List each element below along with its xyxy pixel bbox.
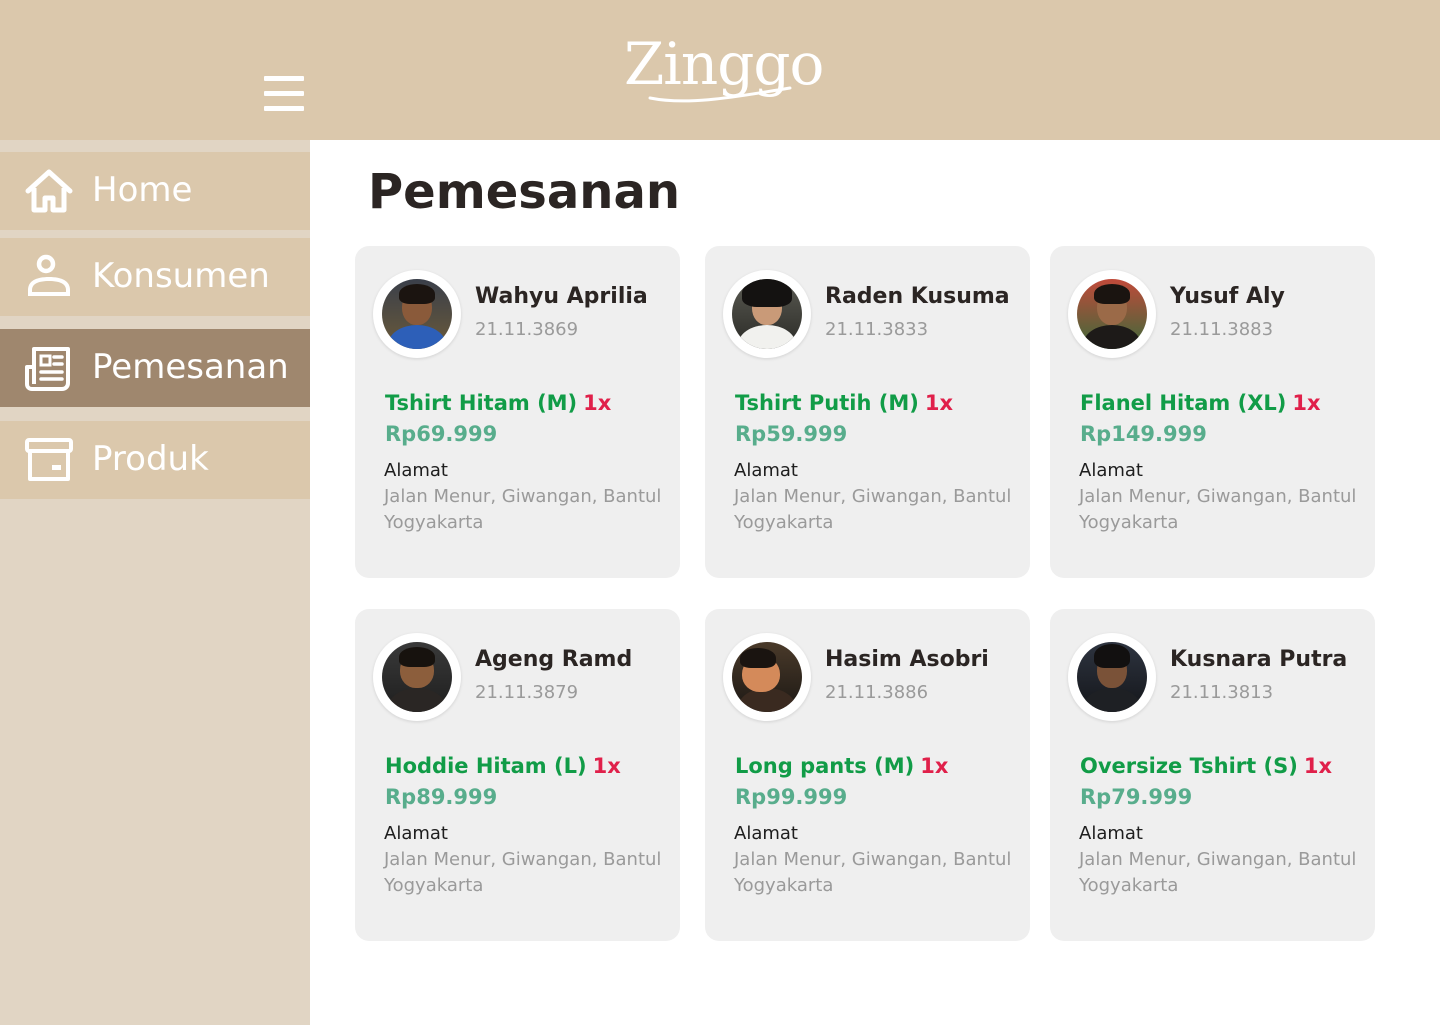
customer-id: 21.11.3886: [825, 682, 929, 703]
menu-bar: [264, 76, 304, 81]
customer-name: Wahyu Aprilia: [475, 284, 648, 309]
product-price: Rp59.999: [735, 422, 848, 446]
customer-id: 21.11.3883: [1170, 319, 1274, 340]
product-name: Hoddie Hitam (L): [385, 754, 587, 778]
sidebar-item-label: Produk: [92, 439, 209, 479]
top-header: Zinggo: [0, 0, 1440, 140]
address-line: Yogyakarta: [734, 875, 834, 896]
order-card[interactable]: Yusuf Aly 21.11.3883 Flanel Hitam (XL) 1x…: [1050, 246, 1375, 578]
customer-photo: [1077, 642, 1147, 712]
address-line: Jalan Menur, Giwangan, Bantul: [384, 849, 662, 870]
sidebar: Home Konsumen Pemesanan Produk: [0, 140, 310, 1025]
product-price: Rp79.999: [1080, 785, 1193, 809]
product-name: Long pants (M): [735, 754, 915, 778]
address-line: Yogyakarta: [384, 875, 484, 896]
logo-swash-icon: [648, 86, 792, 103]
customer-photo: [382, 279, 452, 349]
product-name: Oversize Tshirt (S): [1080, 754, 1298, 778]
customer-name: Yusuf Aly: [1170, 284, 1285, 309]
menu-bar: [264, 106, 304, 111]
archive-box-icon: [25, 438, 73, 481]
home-icon: [25, 169, 73, 213]
product-line: Flanel Hitam (XL) 1x: [1080, 391, 1321, 415]
avatar: [1068, 633, 1156, 721]
product-name: Flanel Hitam (XL): [1080, 391, 1287, 415]
order-card[interactable]: Ageng Ramd 21.11.3879 Hoddie Hitam (L) 1x…: [355, 609, 680, 941]
product-line: Long pants (M) 1x: [735, 754, 948, 778]
address-line: Jalan Menur, Giwangan, Bantul: [384, 486, 662, 507]
address-line: Yogyakarta: [734, 512, 834, 533]
customer-name: Kusnara Putra: [1170, 647, 1348, 672]
sidebar-item-label: Home: [92, 170, 193, 210]
address-label: Alamat: [384, 823, 448, 844]
product-price: Rp89.999: [385, 785, 498, 809]
avatar: [723, 270, 811, 358]
address-line: Yogyakarta: [384, 512, 484, 533]
customer-name: Hasim Asobri: [825, 647, 989, 672]
avatar: [373, 633, 461, 721]
product-price: Rp99.999: [735, 785, 848, 809]
user-icon: [28, 254, 70, 296]
address-line: Jalan Menur, Giwangan, Bantul: [1079, 849, 1357, 870]
product-qty: 1x: [920, 754, 949, 778]
customer-photo: [1077, 279, 1147, 349]
sidebar-item-label: Konsumen: [92, 256, 270, 296]
avatar: [373, 270, 461, 358]
customer-id: 21.11.3879: [475, 682, 579, 703]
address-label: Alamat: [1079, 823, 1143, 844]
order-card[interactable]: Raden Kusuma 21.11.3833 Tshirt Putih (M)…: [705, 246, 1030, 578]
product-qty: 1x: [583, 391, 612, 415]
order-card[interactable]: Wahyu Aprilia 21.11.3869 Tshirt Hitam (M…: [355, 246, 680, 578]
address-label: Alamat: [734, 823, 798, 844]
customer-name: Raden Kusuma: [825, 284, 1010, 309]
sidebar-item-pemesanan[interactable]: Pemesanan: [0, 329, 310, 407]
customer-name: Ageng Ramd: [475, 647, 633, 672]
product-price: Rp69.999: [385, 422, 498, 446]
product-qty: 1x: [1292, 391, 1321, 415]
product-line: Tshirt Hitam (M) 1x: [385, 391, 611, 415]
address-label: Alamat: [734, 460, 798, 481]
product-qty: 1x: [592, 754, 621, 778]
product-qty: 1x: [1303, 754, 1332, 778]
customer-id: 21.11.3813: [1170, 682, 1274, 703]
sidebar-item-home[interactable]: Home: [0, 152, 310, 230]
product-price: Rp149.999: [1080, 422, 1207, 446]
product-line: Oversize Tshirt (S) 1x: [1080, 754, 1332, 778]
product-name: Tshirt Hitam (M): [385, 391, 578, 415]
sidebar-item-produk[interactable]: Produk: [0, 421, 310, 499]
customer-id: 21.11.3833: [825, 319, 929, 340]
brand-logo[interactable]: Zinggo: [620, 24, 824, 108]
address-line: Yogyakarta: [1079, 875, 1179, 896]
product-qty: 1x: [924, 391, 953, 415]
avatar: [1068, 270, 1156, 358]
customer-id: 21.11.3869: [475, 319, 579, 340]
address-label: Alamat: [384, 460, 448, 481]
product-line: Tshirt Putih (M) 1x: [735, 391, 953, 415]
newspaper-icon: [25, 347, 70, 391]
address-line: Yogyakarta: [1079, 512, 1179, 533]
address-line: Jalan Menur, Giwangan, Bantul: [1079, 486, 1357, 507]
address-label: Alamat: [1079, 460, 1143, 481]
sidebar-item-label: Pemesanan: [92, 347, 289, 387]
order-card[interactable]: Kusnara Putra 21.11.3813 Oversize Tshirt…: [1050, 609, 1375, 941]
page-title: Pemesanan: [368, 164, 680, 220]
customer-photo: [732, 279, 802, 349]
customer-photo: [382, 642, 452, 712]
product-name: Tshirt Putih (M): [735, 391, 919, 415]
address-line: Jalan Menur, Giwangan, Bantul: [734, 849, 1012, 870]
order-card[interactable]: Hasim Asobri 21.11.3886 Long pants (M) 1x…: [705, 609, 1030, 941]
address-line: Jalan Menur, Giwangan, Bantul: [734, 486, 1012, 507]
avatar: [723, 633, 811, 721]
hamburger-menu-icon[interactable]: [262, 72, 306, 114]
sidebar-item-konsumen[interactable]: Konsumen: [0, 238, 310, 316]
product-line: Hoddie Hitam (L) 1x: [385, 754, 621, 778]
customer-photo: [732, 642, 802, 712]
menu-bar: [264, 91, 304, 96]
